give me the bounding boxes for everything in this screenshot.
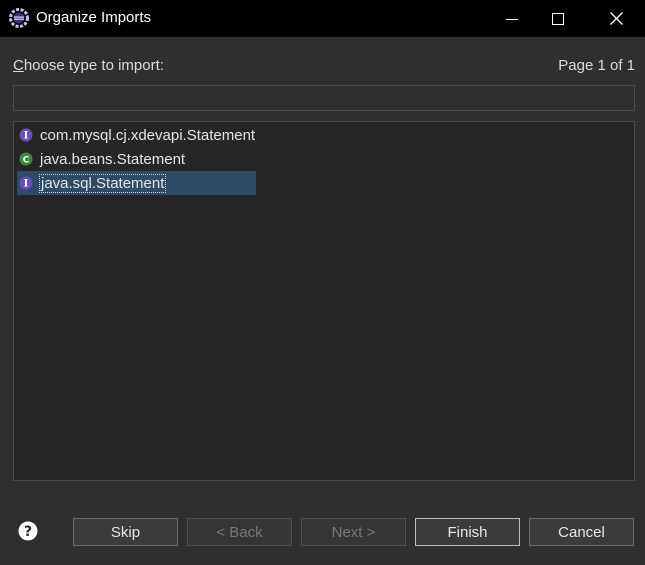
type-filter-input[interactable] (13, 85, 635, 111)
class-icon: C (19, 152, 33, 166)
minimize-button[interactable] (489, 0, 535, 37)
maximize-icon (552, 12, 564, 25)
title-bar[interactable]: Organize Imports (0, 0, 645, 37)
svg-text:I: I (24, 179, 29, 190)
list-item[interactable]: I com.mysql.cj.xdevapi.Statement (17, 123, 255, 147)
interface-icon: I (19, 176, 33, 190)
close-button[interactable] (593, 0, 639, 37)
list-item-label: java.beans.Statement (40, 150, 186, 168)
eclipse-gear-icon (9, 8, 29, 28)
svg-text:C: C (23, 156, 30, 166)
type-list[interactable]: I com.mysql.cj.xdevapi.Statement C java.… (13, 121, 635, 481)
svg-text:?: ? (24, 524, 32, 540)
page-indicator: Page 1 of 1 (558, 57, 635, 74)
list-item-label: com.mysql.cj.xdevapi.Statement (40, 126, 256, 144)
maximize-button[interactable] (535, 0, 581, 37)
prompt-mnemonic: C (13, 57, 24, 74)
help-icon[interactable]: ? (18, 521, 38, 541)
prompt-text: hoose type to import: (23, 57, 164, 74)
cancel-button[interactable]: Cancel (529, 518, 634, 546)
svg-text:I: I (24, 131, 29, 142)
list-item-label: java.sql.Statement (38, 173, 167, 193)
back-button[interactable]: < Back (187, 518, 292, 546)
skip-button[interactable]: Skip (73, 518, 178, 546)
list-item[interactable]: C java.beans.Statement (17, 147, 185, 171)
finish-button[interactable]: Finish (415, 518, 520, 546)
close-icon (609, 12, 623, 25)
dialog-body: Choose type to import: Page 1 of 1 I com… (0, 37, 645, 565)
interface-icon: I (19, 128, 33, 142)
list-item-selected[interactable]: I java.sql.Statement (17, 171, 256, 195)
window-title: Organize Imports (36, 9, 152, 26)
choose-type-label: Choose type to import: (13, 57, 164, 74)
next-button[interactable]: Next > (301, 518, 406, 546)
minimize-icon (506, 18, 518, 20)
